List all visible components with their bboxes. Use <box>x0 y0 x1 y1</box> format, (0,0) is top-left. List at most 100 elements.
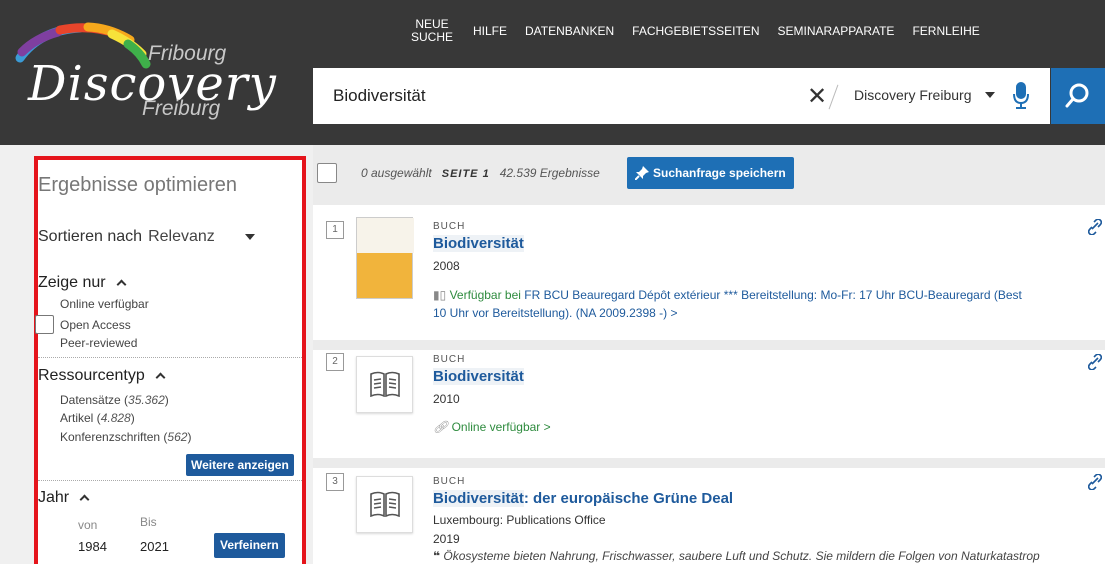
availability-location[interactable]: FR BCU Beauregard <box>524 288 635 302</box>
result-online-availability[interactable]: 🔗︎ Online verfügbar > <box>433 419 551 436</box>
nav-fernleihe[interactable]: FERNLEIHE <box>903 24 988 38</box>
book-placeholder-thumbnail[interactable] <box>356 356 413 413</box>
title-highlight: Biodiversität <box>433 368 524 385</box>
sidebar-title: Ergebnisse optimieren <box>38 174 237 196</box>
book-cover-top <box>357 218 414 253</box>
result-count: 42.539 Ergebnisse <box>499 166 600 180</box>
title-rest: : der europäische Grüne Deal <box>523 490 734 507</box>
results-list: 1 BUCH Biodiversität 2008 ▮▯ Verfügbar b… <box>313 205 1105 564</box>
nav-fachgebietsseiten[interactable]: FACHGEBIETSSEITEN <box>623 24 768 38</box>
nav-hilfe[interactable]: HILFE <box>464 24 516 38</box>
sort-value[interactable]: Relevanz <box>148 228 215 245</box>
results-toolbar: 0 ausgewählt SEITE 1 42.539 Ergebnisse S… <box>313 145 1105 205</box>
section-zeige-nur[interactable]: Zeige nur <box>38 274 127 292</box>
section-zeige-nur-label: Zeige nur <box>38 274 106 291</box>
year-to-label: Bis <box>140 515 157 529</box>
chevron-up-icon[interactable] <box>155 372 166 383</box>
section-jahr-label: Jahr <box>38 489 70 506</box>
result-item: 3 BUCH Biodiversität: der europäische Gr… <box>313 468 1105 564</box>
header: Fribourg Discovery Freiburg NEUE SUCHE H… <box>0 0 1105 145</box>
result-separator <box>313 458 1105 468</box>
link-small-icon: 🔗︎ <box>433 420 449 434</box>
filter-online-verfuegbar[interactable]: Online verfügbar <box>60 297 149 311</box>
result-separator <box>313 340 1105 350</box>
sort-control[interactable]: Sortieren nach Relevanz <box>38 228 215 246</box>
clear-search-icon[interactable]: ✕ <box>807 82 827 111</box>
search-scope-select[interactable]: Discovery Freiburg <box>854 87 971 103</box>
book-cover-thumbnail[interactable] <box>356 217 414 299</box>
quote-icon: ❝ <box>433 549 441 563</box>
nav-seminarapparate[interactable]: SEMINARAPPARATE <box>769 24 904 38</box>
result-number: 3 <box>326 473 344 491</box>
filter-label: Datensätze <box>60 393 121 407</box>
microphone-icon[interactable] <box>1013 82 1029 110</box>
filter-count: 562 <box>167 430 188 444</box>
filter-peer-reviewed[interactable]: Peer-reviewed <box>60 336 137 350</box>
result-type: BUCH <box>433 354 466 365</box>
book-placeholder-thumbnail[interactable] <box>356 476 413 533</box>
result-number: 1 <box>326 221 344 239</box>
sidebar-divider <box>38 480 302 481</box>
section-ressourcentyp-label: Ressourcentyp <box>38 367 145 384</box>
chevron-up-icon[interactable] <box>116 279 127 290</box>
discovery-logo[interactable]: Fribourg Discovery Freiburg <box>0 0 300 145</box>
result-type: BUCH <box>433 221 466 232</box>
result-year: 2008 <box>433 259 460 273</box>
sort-caret-down-icon[interactable] <box>245 234 255 240</box>
results-summary: 0 ausgewählt SEITE 1 42.539 Ergebnisse <box>361 166 600 180</box>
open-access-checkbox[interactable] <box>35 315 54 334</box>
year-to-input[interactable]: 2021 <box>140 539 169 554</box>
filter-count: 35.362 <box>128 393 165 407</box>
availability-detail-line2[interactable]: 10 Uhr vor Bereitstellung). (NA 2009.239… <box>433 305 677 322</box>
selected-count: 0 ausgewählt <box>361 166 432 180</box>
year-from-input[interactable]: 1984 <box>78 539 107 554</box>
chevron-up-icon[interactable] <box>79 494 90 505</box>
logo-text-freiburg: Freiburg <box>142 97 221 120</box>
result-item: 1 BUCH Biodiversität 2008 ▮▯ Verfügbar b… <box>313 205 1105 340</box>
result-title[interactable]: Biodiversität: der europäische Grüne Dea… <box>433 490 733 507</box>
result-number: 2 <box>326 353 344 371</box>
availability-detail: Dépôt extérieur *** Bereitstellung: Mo-F… <box>635 288 1022 302</box>
show-more-button[interactable]: Weitere anzeigen <box>186 454 294 476</box>
filter-datensaetze[interactable]: Datensätze (35.362) <box>60 393 169 407</box>
sort-label: Sortieren nach <box>38 228 143 245</box>
result-title[interactable]: Biodiversität <box>433 368 524 385</box>
result-publisher: Luxembourg: Publications Office <box>433 513 606 527</box>
pin-icon <box>635 166 649 180</box>
sidebar-content: Ergebnisse optimieren Sortieren nach Rele… <box>35 160 302 564</box>
result-title[interactable]: Biodiversität <box>433 235 524 252</box>
book-icon: ▮▯ <box>433 288 447 302</box>
page-indicator: SEITE 1 <box>441 168 490 180</box>
title-highlight: Biodiversität <box>433 235 524 252</box>
result-type: BUCH <box>433 476 466 487</box>
select-all-checkbox[interactable] <box>317 163 337 183</box>
search-input[interactable] <box>333 68 793 124</box>
availability-prefix: Verfügbar bei <box>449 288 521 302</box>
result-abstract: ❝ Ökosysteme bieten Nahrung, Frischwasse… <box>433 549 1040 563</box>
top-navigation: NEUE SUCHE HILFE DATENBANKEN FACHGEBIETS… <box>400 0 989 62</box>
filter-konferenzschriften[interactable]: Konferenzschriften (562) <box>60 430 191 444</box>
filter-open-access[interactable]: Open Access <box>60 318 131 332</box>
filter-sidebar: Ergebnisse optimieren Sortieren nach Rele… <box>34 156 306 564</box>
caret-down-icon[interactable] <box>985 92 995 98</box>
section-ressourcentyp[interactable]: Ressourcentyp <box>38 367 166 385</box>
result-year: 2019 <box>433 532 460 546</box>
link-icon[interactable] <box>1088 354 1102 370</box>
link-icon[interactable] <box>1088 219 1102 235</box>
nav-datenbanken[interactable]: DATENBANKEN <box>516 24 623 38</box>
link-icon[interactable] <box>1088 474 1102 490</box>
filter-artikel[interactable]: Artikel (4.828) <box>60 411 135 425</box>
section-jahr[interactable]: Jahr <box>38 489 90 507</box>
nav-neue-suche[interactable]: NEUE SUCHE <box>400 18 464 44</box>
open-book-icon <box>370 371 400 397</box>
search-button[interactable] <box>1051 68 1105 124</box>
save-search-button[interactable]: Suchanfrage speichern <box>627 157 794 189</box>
result-availability[interactable]: ▮▯ Verfügbar bei FR BCU Beauregard Dépôt… <box>433 287 1022 304</box>
refine-button[interactable]: Verfeinern <box>214 533 285 558</box>
online-available-label: Online verfügbar > <box>451 420 551 434</box>
filter-label: Konferenzschriften <box>60 430 161 444</box>
search-box: ✕ Discovery Freiburg <box>313 68 1050 124</box>
search-separator <box>828 84 839 110</box>
filter-label: Artikel <box>60 411 94 425</box>
result-year: 2010 <box>433 392 460 406</box>
